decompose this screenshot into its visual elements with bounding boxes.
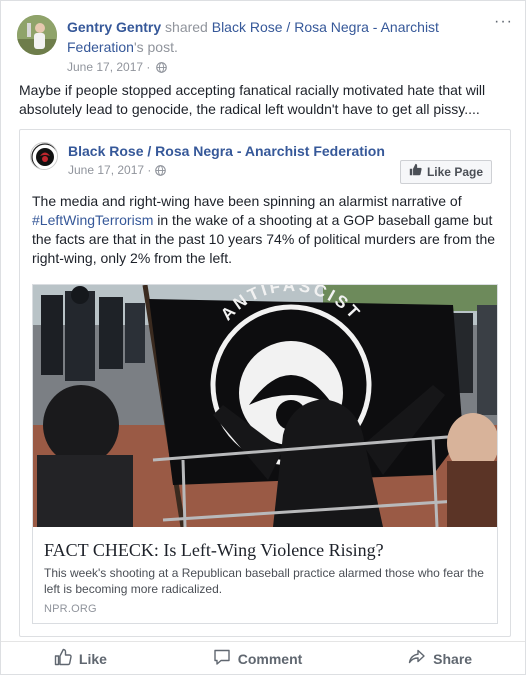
thumbs-up-icon [54, 648, 72, 669]
hashtag-link[interactable]: #LeftWingTerrorism [32, 212, 153, 228]
comment-label: Comment [237, 650, 303, 667]
shared-page-name[interactable]: Black Rose / Rosa Negra - Anarchist Fede… [68, 142, 385, 160]
like-page-button[interactable]: Like Page [399, 160, 492, 184]
facebook-post: Gentry Gentry shared Black Rose / Rosa N… [0, 0, 526, 675]
shared-suffix: 's post. [133, 39, 178, 55]
link-preview-image[interactable]: ANTIFASCIST [33, 285, 497, 527]
globe-icon [155, 61, 167, 77]
like-label: Like [78, 650, 107, 667]
more-options-icon[interactable]: ··· [494, 13, 513, 31]
share-label: Share [433, 650, 473, 667]
post-date[interactable]: June 17, 2017 [67, 60, 143, 74]
page-avatar[interactable] [30, 142, 58, 170]
author-name[interactable]: Gentry Gentry [67, 19, 161, 35]
thumbs-up-icon [409, 161, 422, 183]
like-page-label: Like Page [426, 165, 483, 179]
link-preview-domain: NPR.ORG [44, 603, 97, 615]
post-meta: June 17, 2017 · [67, 59, 167, 77]
shared-post-text: The media and right-wing have been spinn… [32, 192, 502, 268]
author-avatar[interactable] [17, 15, 57, 55]
globe-icon [154, 164, 166, 180]
share-button[interactable]: Share [408, 648, 472, 669]
shared-post: Black Rose / Rosa Negra - Anarchist Fede… [19, 129, 511, 637]
speech-bubble-icon [213, 648, 231, 669]
shared-text-start: The media and right-wing have been spinn… [32, 193, 462, 209]
link-preview-title[interactable]: FACT CHECK: Is Left-Wing Violence Rising… [44, 539, 484, 561]
post-header: Gentry Gentry shared Black Rose / Rosa N… [67, 17, 467, 57]
comment-button[interactable]: Comment [213, 648, 303, 669]
link-preview-description: This week's shooting at a Republican bas… [44, 566, 484, 596]
shared-post-date[interactable]: June 17, 2017 [68, 163, 144, 177]
shared-post-meta: June 17, 2017 · [68, 162, 166, 180]
link-preview-card[interactable]: ANTIFASCIST FACT CHECK: Is Left-Wing Vio… [32, 284, 498, 624]
like-button[interactable]: Like [54, 648, 107, 669]
post-actions-bar: Like Comment Share [1, 641, 525, 675]
shared-verb: shared [165, 19, 208, 35]
post-text: Maybe if people stopped accepting fanati… [19, 82, 486, 117]
share-arrow-icon [408, 648, 426, 669]
